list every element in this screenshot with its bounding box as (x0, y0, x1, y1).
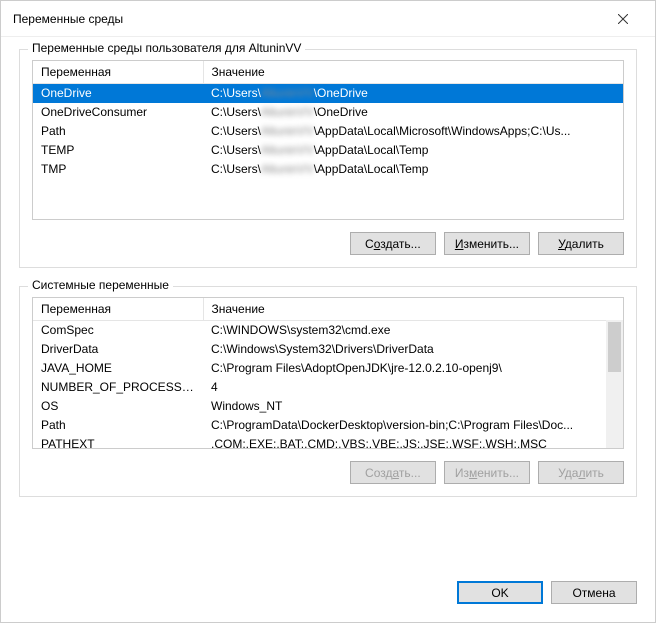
var-name-cell: Path (33, 122, 203, 141)
table-row[interactable]: DriverDataC:\Windows\System32\Drivers\Dr… (33, 340, 623, 359)
system-col-variable[interactable]: Переменная (33, 298, 203, 321)
dialog-content: Переменные среды пользователя для Altuni… (1, 37, 655, 573)
user-edit-button[interactable]: Изменить... (444, 232, 530, 255)
var-name-cell: TEMP (33, 141, 203, 160)
var-value-cell: C:\WINDOWS\system32\cmd.exe (203, 321, 623, 340)
var-name-cell: PATHEXT (33, 435, 203, 450)
table-row[interactable]: OSWindows_NT (33, 397, 623, 416)
table-row[interactable]: PathC:\ProgramData\DockerDesktop\version… (33, 416, 623, 435)
var-name-cell: DriverData (33, 340, 203, 359)
table-row[interactable]: TMPC:\Users\AltuninVV\AppData\Local\Temp (33, 160, 623, 179)
table-row[interactable]: OneDriveC:\Users\AltuninVV\OneDrive (33, 84, 623, 103)
cancel-button[interactable]: Отмена (551, 581, 637, 604)
user-group-label-prefix: Переменные среды пользователя для (32, 41, 249, 55)
system-vars-table[interactable]: Переменная Значение ComSpecC:\WINDOWS\sy… (33, 298, 623, 449)
dialog-footer: OK Отмена (1, 573, 655, 622)
system-vars-scrollbar[interactable] (606, 320, 623, 448)
table-row[interactable]: ComSpecC:\WINDOWS\system32\cmd.exe (33, 321, 623, 340)
system-vars-buttons: Создать... Изменить... Удалить (32, 461, 624, 484)
table-row[interactable]: JAVA_HOMEC:\Program Files\AdoptOpenJDK\j… (33, 359, 623, 378)
var-value-cell: C:\Users\AltuninVV\AppData\Local\Microso… (203, 122, 623, 141)
var-value-cell: C:\Users\AltuninVV\AppData\Local\Temp (203, 160, 623, 179)
system-vars-header: Переменная Значение (33, 298, 623, 321)
var-value-cell: 4 (203, 378, 623, 397)
var-value-cell: .COM;.EXE;.BAT;.CMD;.VBS;.VBE;.JS;.JSE;.… (203, 435, 623, 450)
table-row[interactable]: OneDriveConsumerC:\Users\AltuninVV\OneDr… (33, 103, 623, 122)
user-vars-table[interactable]: Переменная Значение OneDriveC:\Users\Alt… (33, 61, 623, 179)
table-row[interactable]: PATHEXT.COM;.EXE;.BAT;.CMD;.VBS;.VBE;.JS… (33, 435, 623, 450)
var-name-cell: OneDrive (33, 84, 203, 103)
user-vars-header: Переменная Значение (33, 61, 623, 84)
system-delete-button[interactable]: Удалить (538, 461, 624, 484)
table-row[interactable]: NUMBER_OF_PROCESSORS4 (33, 378, 623, 397)
user-delete-button[interactable]: Удалить (538, 232, 624, 255)
user-new-button[interactable]: Создать... (350, 232, 436, 255)
system-edit-button[interactable]: Изменить... (444, 461, 530, 484)
table-row[interactable]: TEMPC:\Users\AltuninVV\AppData\Local\Tem… (33, 141, 623, 160)
close-icon (618, 14, 628, 24)
scrollbar-thumb[interactable] (608, 322, 621, 372)
window-title: Переменные среды (13, 12, 603, 26)
system-col-value[interactable]: Значение (203, 298, 623, 321)
table-row[interactable]: PathC:\Users\AltuninVV\AppData\Local\Mic… (33, 122, 623, 141)
var-name-cell: NUMBER_OF_PROCESSORS (33, 378, 203, 397)
var-value-cell: C:\Windows\System32\Drivers\DriverData (203, 340, 623, 359)
system-vars-table-wrap: Переменная Значение ComSpecC:\WINDOWS\sy… (32, 297, 624, 449)
var-value-cell: C:\Users\AltuninVV\OneDrive (203, 84, 623, 103)
ok-button[interactable]: OK (457, 581, 543, 604)
env-vars-dialog: Переменные среды Переменные среды пользо… (0, 0, 656, 623)
var-name-cell: OS (33, 397, 203, 416)
titlebar: Переменные среды (1, 1, 655, 37)
user-col-value[interactable]: Значение (203, 61, 623, 84)
user-vars-group-label: Переменные среды пользователя для Altuni… (28, 41, 305, 55)
var-name-cell: TMP (33, 160, 203, 179)
var-name-cell: OneDriveConsumer (33, 103, 203, 122)
user-vars-table-wrap: Переменная Значение OneDriveC:\Users\Alt… (32, 60, 624, 220)
system-vars-group-label: Системные переменные (28, 278, 173, 292)
var-value-cell: Windows_NT (203, 397, 623, 416)
var-value-cell: C:\Users\AltuninVV\OneDrive (203, 103, 623, 122)
var-name-cell: Path (33, 416, 203, 435)
user-col-variable[interactable]: Переменная (33, 61, 203, 84)
system-new-button[interactable]: Создать... (350, 461, 436, 484)
var-name-cell: ComSpec (33, 321, 203, 340)
user-vars-group: Переменные среды пользователя для Altuni… (19, 49, 637, 268)
user-vars-buttons: Создать... Изменить... Удалить (32, 232, 624, 255)
user-group-username: AltuninVV (249, 41, 302, 55)
var-value-cell: C:\Users\AltuninVV\AppData\Local\Temp (203, 141, 623, 160)
var-value-cell: C:\Program Files\AdoptOpenJDK\jre-12.0.2… (203, 359, 623, 378)
var-value-cell: C:\ProgramData\DockerDesktop\version-bin… (203, 416, 623, 435)
system-vars-group: Системные переменные Переменная Значение… (19, 286, 637, 497)
close-button[interactable] (603, 4, 643, 34)
var-name-cell: JAVA_HOME (33, 359, 203, 378)
